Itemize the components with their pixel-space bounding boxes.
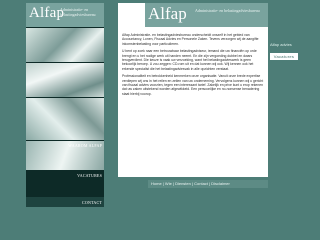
page: Alfap Administratie- en belastingadviesb… bbox=[0, 0, 320, 240]
logo-word: Alfap bbox=[29, 5, 65, 21]
calculator-keys-photo bbox=[26, 63, 104, 97]
calculator-photo bbox=[26, 28, 104, 62]
nav-vacatures[interactable]: Vacatures bbox=[77, 173, 102, 178]
vacatures-button[interactable]: Vacatures bbox=[270, 53, 298, 60]
logo[interactable]: Alfap Administratie- en belastingadviesb… bbox=[26, 3, 104, 27]
paragraph-1: Alfap Administratie- en belastingadviesb… bbox=[122, 33, 259, 46]
right-info-text: Alfap advies bbox=[270, 42, 292, 47]
nav-waarom-alfap[interactable]: Waarom Alfap bbox=[68, 143, 102, 148]
footer-links[interactable]: Home | Wie | Diensten | Contact | Discla… bbox=[151, 181, 230, 186]
left-sidebar: Alfap Administratie- en belastingadviesb… bbox=[26, 3, 104, 193]
contact-bar[interactable]: Contact bbox=[26, 197, 104, 207]
brand-tagline: Administratie- en belastingadviesbureau bbox=[195, 8, 260, 13]
content-text: Alfap Administratie- en belastingadviesb… bbox=[122, 33, 265, 99]
paragraph-3: Professionaliteit en betrokkenheid kenme… bbox=[122, 74, 264, 96]
paper-stack-photo bbox=[26, 98, 104, 140]
logo-tagline: Administratie- en belastingadviesbureau bbox=[60, 7, 96, 17]
paragraph-2: U bent op zoek naar een betrouwbaar bela… bbox=[122, 49, 257, 71]
brand-word: Alfap bbox=[148, 4, 187, 23]
nav-contact[interactable]: Contact bbox=[82, 200, 102, 205]
brand-header: Alfap Administratie- en belastingadviesb… bbox=[145, 3, 268, 27]
